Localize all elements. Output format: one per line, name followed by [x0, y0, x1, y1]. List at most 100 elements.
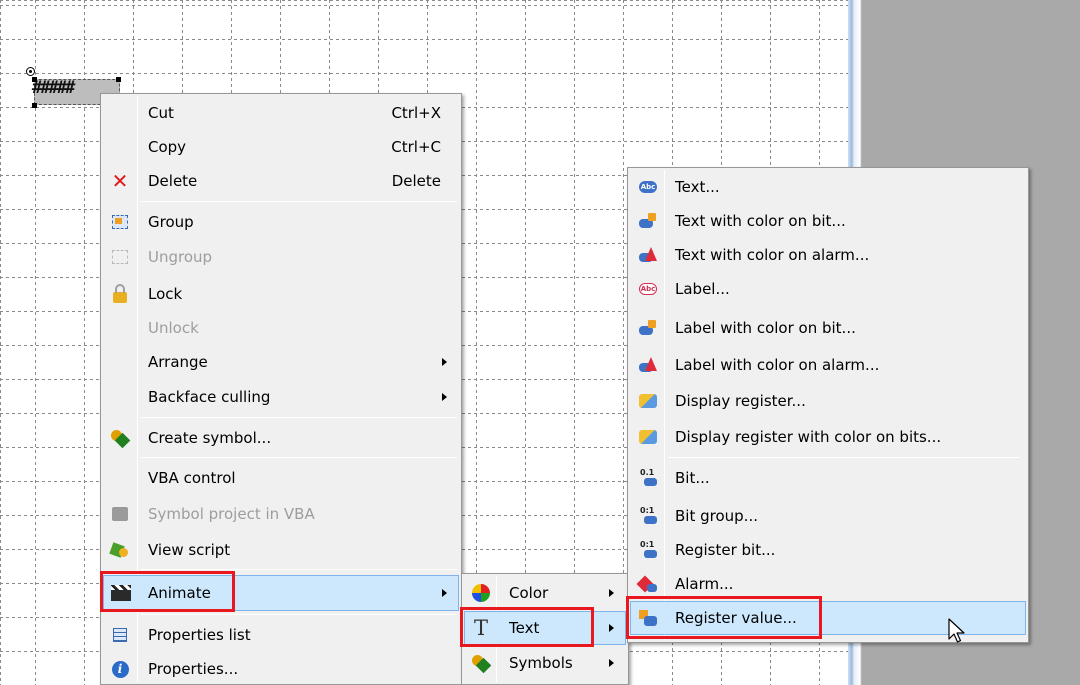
menu-item-label: Text — [509, 619, 540, 637]
symbol-project-icon — [111, 505, 129, 523]
menu-item-color[interactable]: Color — [464, 576, 626, 610]
abc-text-icon: Abc — [639, 181, 657, 193]
menu-item-create-symbol[interactable]: Create symbol... — [103, 421, 459, 455]
menu-item-label: Cut — [148, 104, 174, 122]
resize-handle[interactable] — [116, 77, 121, 82]
menu-item-symbols[interactable]: Symbols — [464, 646, 626, 680]
menu-item-label: Delete — [148, 172, 198, 190]
menu-item-text-color-alarm[interactable]: Text with color on alarm... — [630, 238, 1026, 272]
menu-item-label: Text... — [675, 178, 720, 196]
menu-item-label: Arrange — [148, 353, 208, 371]
menu-item-copy[interactable]: Copy Ctrl+C — [103, 130, 459, 164]
delete-x-icon: ✕ — [111, 169, 129, 193]
menu-item-label: Register bit... — [675, 541, 776, 559]
menu-item-shortcut: Delete — [391, 172, 441, 190]
menu-item-label: Symbols — [509, 654, 573, 672]
menu-item-label: Color — [509, 584, 549, 602]
menu-separator — [141, 614, 457, 615]
menu-item-bit-group[interactable]: 0:1 Bit group... — [630, 499, 1026, 533]
label-icon: Abc — [639, 283, 657, 295]
menu-item-view-script[interactable]: View script — [103, 533, 459, 567]
menu-item-delete[interactable]: ✕ Delete Delete — [103, 164, 459, 198]
resize-handle[interactable] — [32, 77, 37, 82]
text-color-bit-icon — [638, 212, 658, 230]
menu-item-label: Alarm... — [675, 575, 734, 593]
menu-item-label: Symbol project in VBA — [148, 505, 315, 523]
menu-item-label: Group — [148, 213, 194, 231]
menu-item-alarm[interactable]: Alarm... — [630, 567, 1026, 601]
animate-submenu: Color T Text Symbols — [461, 573, 629, 685]
menu-item-properties-list[interactable]: Properties list — [103, 618, 459, 652]
submenu-arrow-icon — [442, 358, 447, 366]
label-color-bit-icon — [638, 319, 658, 337]
color-wheel-icon — [472, 584, 490, 602]
menu-item-animate[interactable]: Animate — [103, 575, 459, 611]
menu-item-display-register[interactable]: Display register... — [630, 384, 1026, 418]
rotation-handle[interactable] — [26, 67, 35, 76]
menu-item-label: Animate — [148, 584, 211, 602]
menu-item-display-register-bits[interactable]: Display register with color on bits... — [630, 420, 1026, 454]
group-icon — [111, 213, 129, 231]
menu-item-label: Properties... — [148, 660, 239, 678]
display-register-icon — [638, 392, 658, 410]
menu-item-text-animation[interactable]: Abc Text... — [630, 170, 1026, 204]
menu-item-text-color-bit[interactable]: Text with color on bit... — [630, 204, 1026, 238]
menu-item-label: VBA control — [148, 469, 236, 487]
display-register-bits-icon — [638, 428, 658, 446]
text-t-icon: T — [473, 616, 488, 640]
info-icon: i — [111, 660, 129, 678]
mouse-pointer-icon — [948, 618, 965, 643]
resize-handle[interactable] — [32, 103, 37, 108]
bit-group-icon: 0:1 — [638, 507, 658, 525]
context-menu: Cut Ctrl+X Copy Ctrl+C ✕ Delete Delete G… — [100, 93, 462, 685]
alarm-icon — [638, 575, 658, 593]
menu-separator — [141, 417, 457, 418]
label-color-alarm-icon — [638, 356, 658, 374]
text-color-alarm-icon — [638, 246, 658, 264]
menu-item-label-color-alarm[interactable]: Label with color on alarm... — [630, 348, 1026, 382]
register-value-icon — [638, 609, 658, 627]
menu-item-label: Ungroup — [148, 248, 213, 266]
menu-item-label: Label with color on alarm... — [675, 356, 880, 374]
text-submenu: Abc Text... Text with color on bit... Te… — [627, 167, 1029, 643]
menu-separator — [141, 569, 457, 570]
menu-item-arrange[interactable]: Arrange — [103, 345, 459, 379]
menu-item-label: Bit... — [675, 469, 710, 487]
menu-item-label: View script — [148, 541, 231, 559]
menu-item-label: Display register... — [675, 392, 806, 410]
symbols-icon — [472, 654, 490, 672]
menu-item-text[interactable]: T Text — [464, 611, 626, 645]
submenu-arrow-icon — [609, 589, 614, 597]
properties-list-icon — [111, 626, 129, 644]
menu-item-label: Copy — [148, 138, 187, 156]
submenu-arrow-icon — [442, 589, 447, 597]
menu-item-label: Label... — [675, 280, 730, 298]
menu-separator — [141, 201, 457, 202]
menu-item-label: Create symbol... — [148, 429, 272, 447]
menu-item-ungroup: Ungroup — [103, 240, 459, 274]
register-bit-icon: 0:1 — [638, 541, 658, 559]
menu-item-label-animation[interactable]: Abc Label... — [630, 272, 1026, 306]
menu-item-label: Text with color on alarm... — [675, 246, 870, 264]
menu-separator — [668, 457, 1020, 458]
menu-item-bit[interactable]: 0.1 Bit... — [630, 461, 1026, 495]
submenu-arrow-icon — [442, 393, 447, 401]
lock-icon — [111, 283, 129, 303]
menu-item-label: Text with color on bit... — [675, 212, 846, 230]
menu-item-shortcut: Ctrl+C — [391, 138, 441, 156]
menu-item-lock[interactable]: Lock — [103, 277, 459, 311]
menu-item-label: Backface culling — [148, 388, 271, 406]
menu-separator — [141, 457, 457, 458]
menu-item-label: Unlock — [148, 319, 199, 337]
menu-item-backface-culling[interactable]: Backface culling — [103, 380, 459, 414]
menu-item-group[interactable]: Group — [103, 205, 459, 239]
menu-item-vba-control[interactable]: VBA control — [103, 461, 459, 495]
menu-item-label-color-bit[interactable]: Label with color on bit... — [630, 311, 1026, 345]
menu-item-properties[interactable]: i Properties... — [103, 652, 459, 685]
object-text: ##### — [32, 78, 75, 98]
menu-item-cut[interactable]: Cut Ctrl+X — [103, 96, 459, 130]
menu-item-register-bit[interactable]: 0:1 Register bit... — [630, 533, 1026, 567]
submenu-arrow-icon — [609, 624, 614, 632]
menu-item-label: Label with color on bit... — [675, 319, 856, 337]
menu-item-shortcut: Ctrl+X — [391, 104, 441, 122]
